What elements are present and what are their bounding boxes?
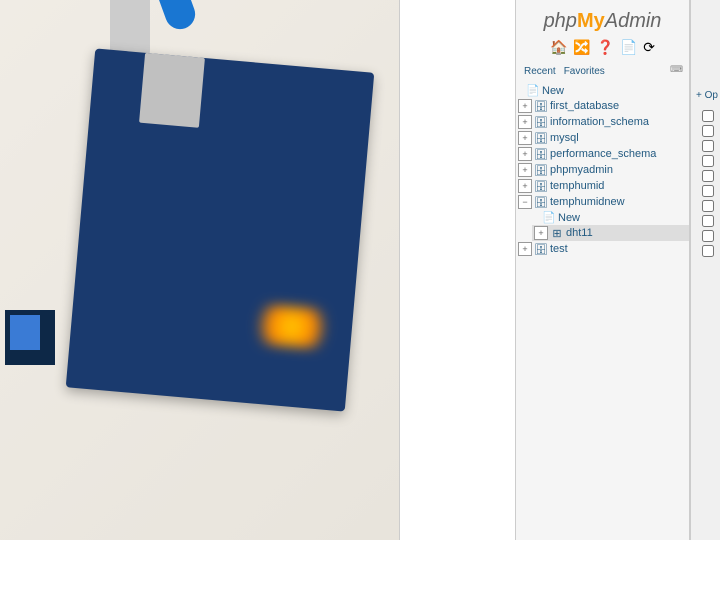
tree-db-performance_schema[interactable]: + 🗄 performance_schema	[516, 146, 689, 162]
row-checkbox[interactable]	[702, 245, 714, 257]
database-icon: 🗄	[534, 180, 548, 193]
database-icon: 🗄	[534, 196, 548, 209]
right-gutter: + Op	[690, 0, 720, 600]
row-checkbox[interactable]	[702, 110, 714, 122]
tree-new-table[interactable]: 📄 New	[532, 210, 689, 225]
database-icon: 🗄	[534, 100, 548, 113]
tree-db-first_database[interactable]: + 🗄 first_database	[516, 98, 689, 114]
tree-new-database[interactable]: 📄 New	[516, 83, 689, 98]
phpmyadmin-sidebar: phpMyAdmin 🏠 🔀 ❓ 📄 ⟳ Recent Favorites ⌨ …	[515, 0, 690, 600]
sidebar-toolbar: 🏠 🔀 ❓ 📄 ⟳	[516, 37, 689, 62]
expand-icon[interactable]: +	[534, 226, 548, 240]
dht11-sensor	[5, 310, 55, 365]
tree-db-phpmyadmin[interactable]: + 🗄 phpmyadmin	[516, 162, 689, 178]
row-checkbox[interactable]	[702, 200, 714, 212]
checkbox-column	[702, 110, 714, 257]
row-checkbox[interactable]	[702, 140, 714, 152]
database-icon: 🗄	[534, 116, 548, 129]
expand-icon[interactable]: +	[518, 179, 532, 193]
tree-db-temphumidnew[interactable]: − 🗄 temphumidnew	[516, 194, 689, 210]
expand-icon[interactable]: +	[518, 99, 532, 113]
usb-cable	[151, 0, 200, 33]
expand-icon[interactable]: +	[518, 242, 532, 256]
row-checkbox[interactable]	[702, 170, 714, 182]
expand-icon[interactable]: +	[518, 115, 532, 129]
docs-icon[interactable]: ❓	[597, 39, 614, 55]
logout-icon[interactable]: 🔀	[573, 39, 590, 55]
table-icon: ⊞	[550, 227, 564, 240]
new-db-icon: 📄	[526, 84, 540, 97]
collapse-icon[interactable]: −	[518, 195, 532, 209]
database-icon: 🗄	[534, 164, 548, 177]
expand-icon[interactable]: +	[518, 131, 532, 145]
sidebar-tabs: Recent Favorites ⌨	[516, 62, 689, 81]
home-icon[interactable]: 🏠	[550, 39, 567, 55]
tree-db-mysql[interactable]: + 🗄 mysql	[516, 130, 689, 146]
ethernet-port	[139, 53, 205, 128]
tree-db-information_schema[interactable]: + 🗄 information_schema	[516, 114, 689, 130]
options-link[interactable]: + Op	[696, 90, 718, 101]
arduino-board	[66, 48, 375, 411]
tree-db-test[interactable]: + 🗄 test	[516, 241, 689, 257]
new-table-icon: 📄	[542, 211, 556, 224]
database-icon: 🗄	[534, 132, 548, 145]
navi-icon[interactable]: 📄	[620, 39, 637, 55]
tree-table-dht11[interactable]: + ⊞ dht11	[532, 225, 689, 241]
tab-favorites[interactable]: Favorites	[560, 64, 609, 79]
tree-db-temphumid[interactable]: + 🗄 temphumid	[516, 178, 689, 194]
row-checkbox[interactable]	[702, 125, 714, 137]
row-checkbox[interactable]	[702, 230, 714, 242]
link-icon[interactable]: ⌨	[670, 64, 683, 75]
database-icon: 🗄	[534, 243, 548, 256]
led-glow	[250, 303, 333, 350]
arduino-photo	[0, 0, 400, 540]
row-checkbox[interactable]	[702, 215, 714, 227]
database-tree: 📄 New + 🗄 first_database + 🗄 information…	[516, 81, 689, 259]
expand-icon[interactable]: +	[518, 163, 532, 177]
expand-icon[interactable]: +	[518, 147, 532, 161]
reload-icon[interactable]: ⟳	[643, 39, 655, 55]
phpmyadmin-logo[interactable]: phpMyAdmin	[516, 2, 689, 37]
row-checkbox[interactable]	[702, 155, 714, 167]
row-checkbox[interactable]	[702, 185, 714, 197]
database-icon: 🗄	[534, 148, 548, 161]
tab-recent[interactable]: Recent	[520, 64, 560, 79]
